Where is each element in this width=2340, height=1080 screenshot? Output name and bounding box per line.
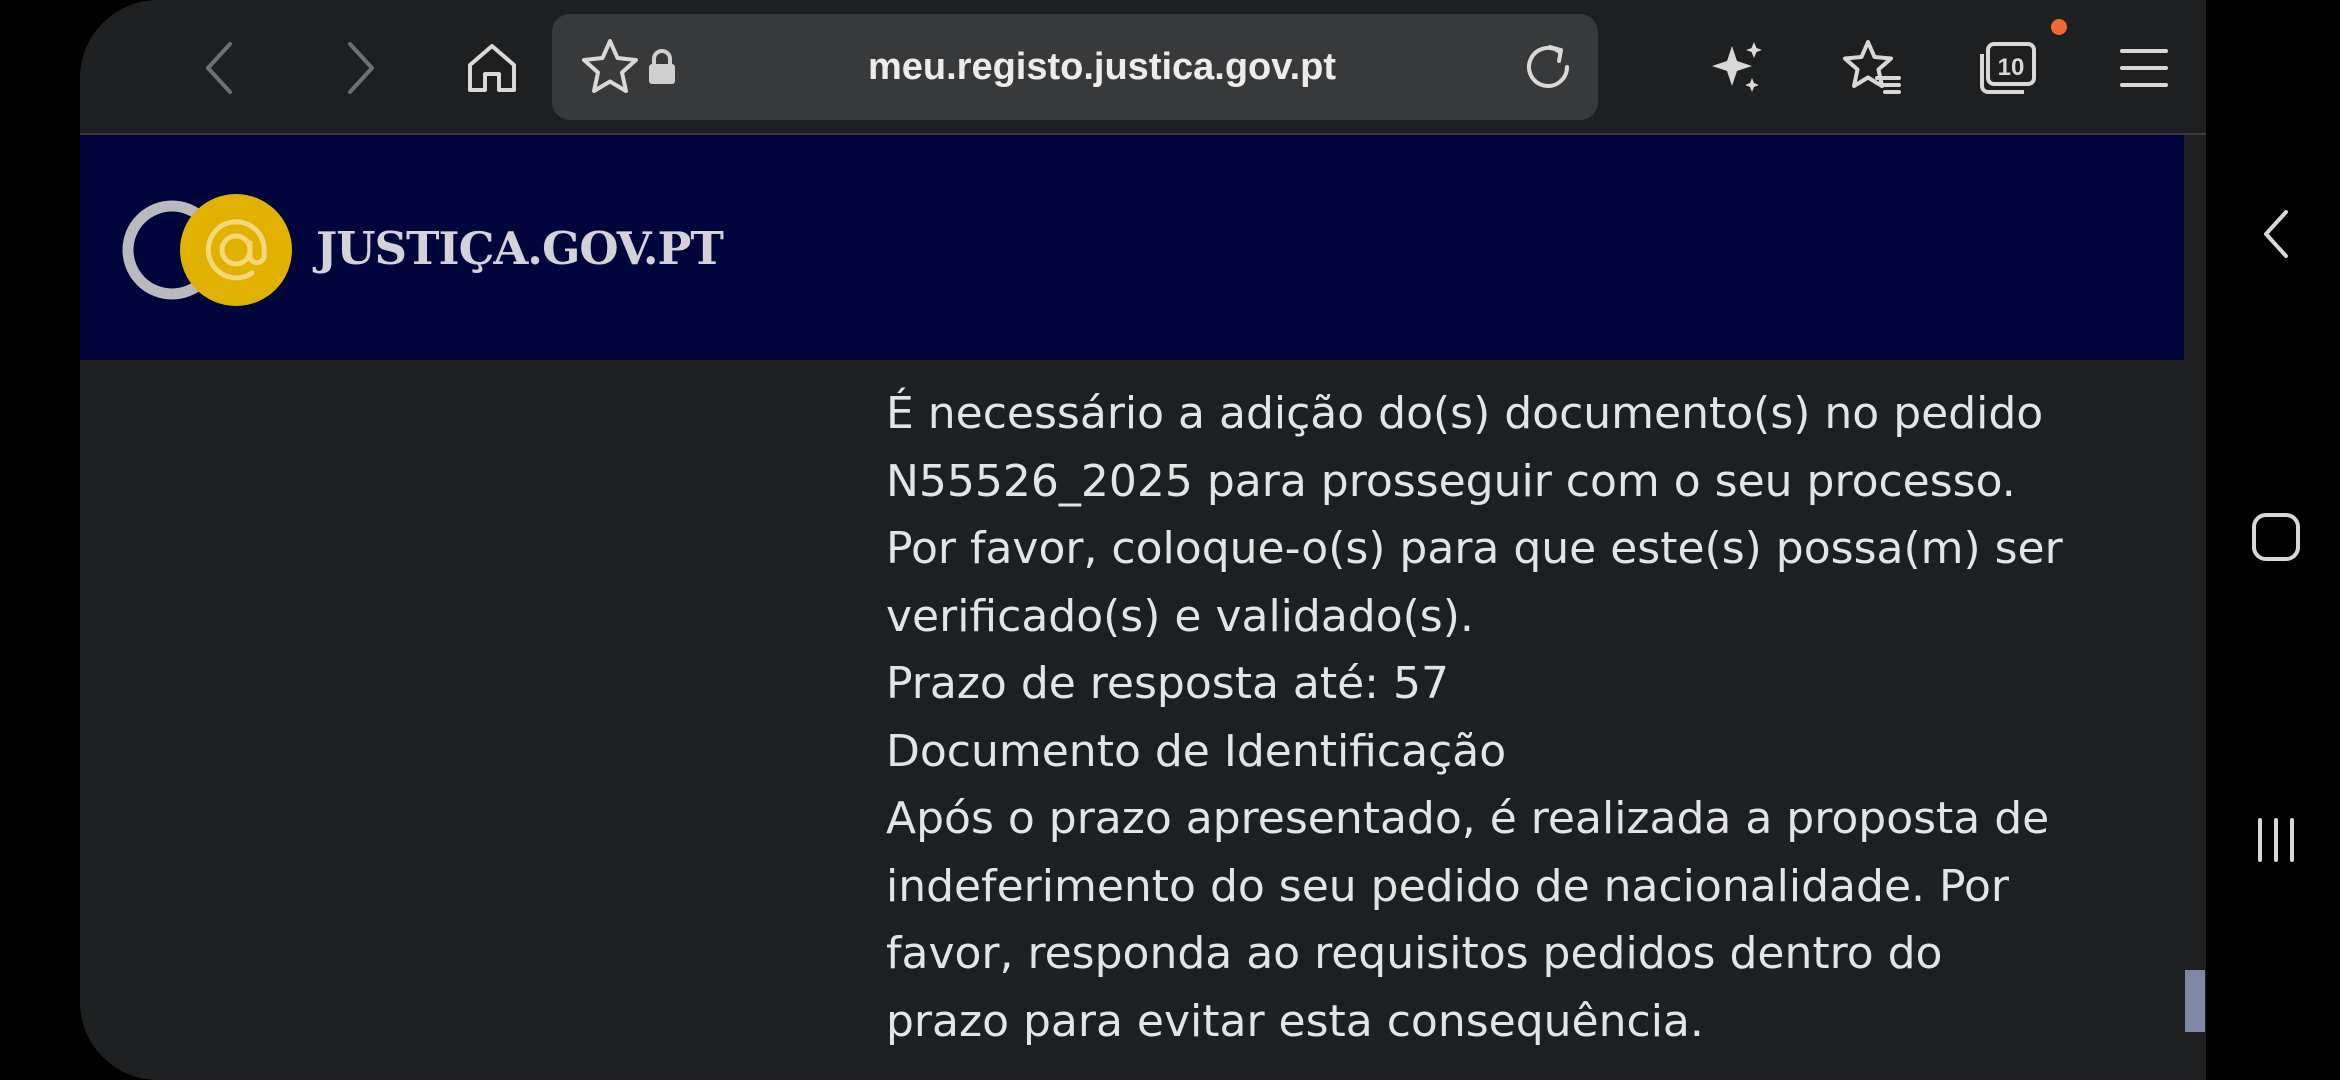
message-line: Após o prazo apresentado, é realizada a … xyxy=(886,793,2050,1047)
chevron-left-icon xyxy=(2264,210,2288,258)
system-home-button[interactable] xyxy=(2236,497,2316,577)
bookmarks-button[interactable] xyxy=(1832,28,1912,108)
system-back-button[interactable] xyxy=(2236,194,2316,274)
chevron-right-icon xyxy=(348,42,374,94)
tab-count: 10 xyxy=(1998,54,2025,81)
message-line-document: Documento de Identificação xyxy=(886,725,1507,777)
reload-button[interactable] xyxy=(1508,27,1588,107)
forward-button[interactable] xyxy=(320,28,400,108)
home-button[interactable] xyxy=(452,28,532,108)
tabs-button[interactable]: 10 xyxy=(1968,28,2048,108)
address-bar[interactable]: meu.registo.justica.gov.pt xyxy=(552,14,1598,120)
message-panel: É necessário a adição do(s) documento(s)… xyxy=(820,360,2080,1080)
message-line: É necessário a adição do(s) documento(s)… xyxy=(886,388,2044,507)
ai-assistant-button[interactable] xyxy=(1698,28,1778,108)
tabs-icon: 10 xyxy=(1980,42,2036,94)
browser-toolbar: meu.registo.justica.gov.pt 10 xyxy=(80,0,2206,135)
home-square-icon xyxy=(2252,513,2300,561)
scrollbar-thumb[interactable] xyxy=(2185,970,2205,1032)
recents-icon xyxy=(2258,818,2294,862)
back-button[interactable] xyxy=(180,28,260,108)
site-header: JUSTIÇA.GOV.PT xyxy=(80,135,2184,360)
url-text[interactable]: meu.registo.justica.gov.pt xyxy=(792,14,1412,120)
reload-icon xyxy=(1527,45,1569,88)
site-security-button[interactable] xyxy=(632,27,692,107)
menu-notification-dot xyxy=(2051,19,2067,35)
bookmarks-list-icon xyxy=(1843,40,1901,94)
home-icon xyxy=(468,44,516,92)
at-sign-logo-icon xyxy=(122,194,292,306)
site-brand-name[interactable]: JUSTIÇA.GOV.PT xyxy=(316,219,724,279)
scrollbar-track[interactable] xyxy=(2184,135,2206,1080)
lock-icon xyxy=(649,49,675,84)
justica-logo[interactable] xyxy=(122,191,302,309)
message-line-deadline: Prazo de resposta até: 57 xyxy=(886,658,1449,709)
system-recents-button[interactable] xyxy=(2236,800,2316,880)
phone-screen: meu.registo.justica.gov.pt 10 JUSTIÇA.GO… xyxy=(80,0,2206,1080)
sparkle-icon xyxy=(1712,42,1762,92)
hamburger-menu-icon xyxy=(2120,49,2168,87)
page-content: É necessário a adição do(s) documento(s)… xyxy=(80,360,2184,1080)
menu-button[interactable] xyxy=(2104,28,2184,108)
message-body: É necessário a adição do(s) documento(s)… xyxy=(886,380,2076,1055)
message-line: Por favor, coloque-o(s) para que este(s)… xyxy=(886,523,2063,642)
chevron-left-icon xyxy=(206,42,232,94)
